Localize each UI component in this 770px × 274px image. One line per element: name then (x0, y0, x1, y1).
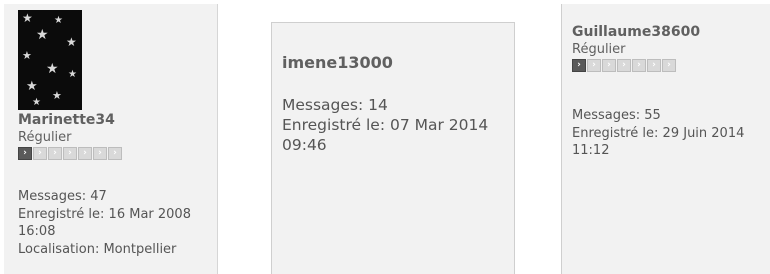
message-count: Messages: 47 (18, 189, 107, 204)
user-card-marinette34: ★ ★ ★ ★ ★ ★ ★ ★ ★ ★ Marinette34 Régulier… (4, 4, 218, 274)
star-icon: ★ (26, 79, 38, 94)
rank-badge-icon: › (108, 147, 122, 160)
user-card-imene13000: imene13000 Messages: 14 Enregistré le: 0… (271, 22, 515, 274)
rank-badge-icon: › (647, 59, 661, 72)
star-icon: ★ (32, 97, 41, 108)
rank-badge-icon: › (632, 59, 646, 72)
user-avatar[interactable]: ★ ★ ★ ★ ★ ★ ★ ★ ★ ★ (18, 10, 82, 110)
user-info: Messages: 55 Enregistré le: 29 Juin 2014… (572, 107, 744, 160)
rank-badge-icon: › (587, 59, 601, 72)
message-count: Messages: 55 (572, 108, 661, 123)
user-rank: Régulier (18, 130, 72, 145)
registration-time: 11:12 (572, 143, 610, 158)
registration-time: 16:08 (18, 224, 56, 239)
star-icon: ★ (22, 49, 32, 62)
rank-badge-icon: › (78, 147, 92, 160)
rank-badge-icon: › (93, 147, 107, 160)
rank-badge-icon: › (617, 59, 631, 72)
user-info: Messages: 47 Enregistré le: 16 Mar 2008 … (18, 188, 191, 258)
registration-date: Enregistré le: 07 Mar 2014 (282, 116, 489, 134)
rank-badge-icon: › (63, 147, 77, 160)
message-count: Messages: 14 (282, 96, 388, 114)
registration-date: Enregistré le: 29 Juin 2014 (572, 125, 745, 141)
username[interactable]: imene13000 (282, 53, 393, 72)
registration-time: 09:46 (282, 136, 327, 154)
rank-badge-icon: › (602, 59, 616, 72)
username[interactable]: Marinette34 (18, 112, 115, 128)
rank-badge-icon: › (48, 147, 62, 160)
star-icon: ★ (52, 89, 62, 102)
star-icon: ★ (46, 61, 59, 77)
rank-badges: › › › › › › › (572, 59, 676, 72)
rank-badge-icon: › (662, 59, 676, 72)
rank-badge-icon: › (33, 147, 47, 160)
user-info: Messages: 14 Enregistré le: 07 Mar 2014 … (282, 95, 488, 155)
rank-badges: › › › › › › › (18, 147, 122, 160)
star-icon: ★ (54, 15, 63, 26)
user-location: Localisation: Montpellier (18, 241, 177, 257)
username[interactable]: Guillaume38600 (572, 24, 700, 40)
star-icon: ★ (22, 11, 33, 25)
user-card-guillaume38600: Guillaume38600 Régulier › › › › › › › Me… (561, 4, 770, 274)
rank-badge-icon: › (18, 147, 32, 160)
star-icon: ★ (68, 69, 77, 80)
registration-date: Enregistré le: 16 Mar 2008 (18, 206, 191, 222)
user-rank: Régulier (572, 42, 626, 57)
star-icon: ★ (36, 27, 49, 43)
rank-badge-icon: › (572, 59, 586, 72)
star-icon: ★ (66, 35, 77, 49)
